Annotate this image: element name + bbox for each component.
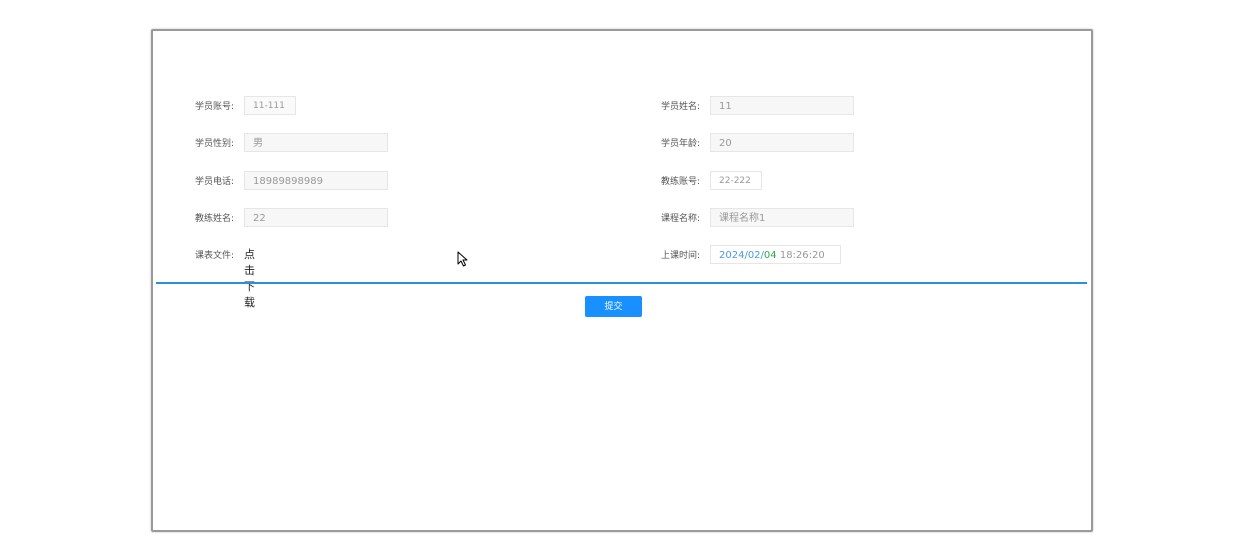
student-age-label: 学员年龄: [661, 139, 701, 149]
student-age-input[interactable]: 20 [710, 133, 854, 152]
student-account-label: 学员账号: [195, 102, 235, 112]
student-gender-input[interactable]: 男 [244, 133, 388, 152]
student-phone-input[interactable]: 18989898989 [244, 171, 388, 190]
mouse-pointer-icon [457, 251, 468, 267]
course-name-input[interactable]: 课程名称1 [710, 208, 854, 227]
student-gender-label: 学员性别: [195, 139, 235, 149]
class-time-year-month: 2024/02/ [719, 250, 764, 261]
class-time-clock: 18:26:20 [776, 250, 825, 261]
coach-name-label: 教练姓名: [195, 214, 235, 224]
course-name-label: 课程名称: [661, 214, 701, 224]
class-time-input[interactable]: 2024/02/04 18:26:20 [710, 245, 841, 264]
class-time-day: 04 [763, 250, 777, 261]
student-account-input[interactable]: 11-111 [244, 96, 296, 115]
student-name-label: 学员姓名: [661, 102, 701, 112]
student-name-input[interactable]: 11 [710, 96, 854, 115]
class-time-label: 上课时间: [661, 251, 701, 261]
download-link[interactable]: 点击下载 [244, 246, 255, 310]
student-phone-label: 学员电话: [195, 177, 235, 187]
submit-button[interactable]: 提交 [585, 296, 642, 317]
schedule-file-label: 课表文件: [195, 251, 235, 261]
coach-account-input[interactable]: 22-222 [710, 171, 762, 190]
coach-name-input[interactable]: 22 [244, 208, 388, 227]
section-divider [156, 282, 1087, 284]
coach-account-label: 教练账号: [661, 177, 701, 187]
